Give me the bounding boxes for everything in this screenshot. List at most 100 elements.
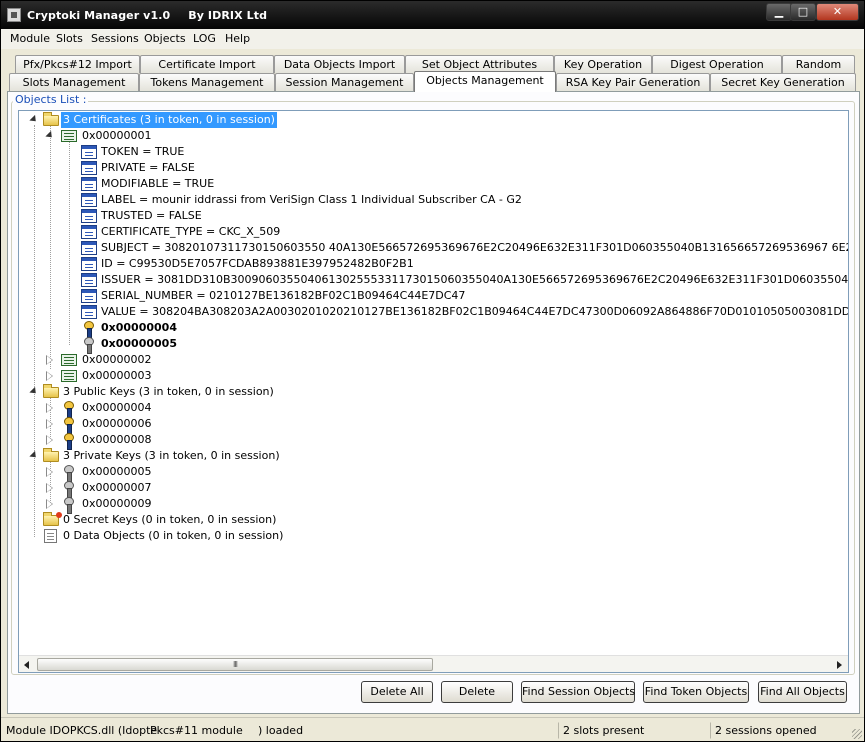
expand-arrow-icon[interactable] <box>46 371 54 381</box>
folder-icon <box>43 384 59 398</box>
tree-node-attribute[interactable]: SERIAL_NUMBER = 0210127BE136182BF02C1B09… <box>81 288 841 304</box>
resize-grip-icon[interactable] <box>852 729 862 739</box>
find-token-objects-button[interactable]: Find Token Objects <box>643 681 749 703</box>
objects-tree[interactable]: 3 Certificates (3 in token, 0 in session… <box>18 110 849 673</box>
data-objects-icon <box>44 529 57 543</box>
expand-arrow-icon[interactable] <box>46 499 54 509</box>
tab-random[interactable]: Random <box>782 55 855 73</box>
minimize-button[interactable]: ▁ <box>766 3 792 21</box>
tree-node-label: 0x00000006 <box>82 417 152 430</box>
tree-node-attribute[interactable]: TRUSTED = FALSE <box>81 208 841 224</box>
close-button[interactable]: ✕ <box>816 3 859 21</box>
tree-node-attribute[interactable]: VALUE = 308204BA308203A2A003020102021012… <box>81 304 848 320</box>
expand-arrow-icon[interactable] <box>46 467 54 477</box>
scroll-right-icon[interactable] <box>831 656 847 673</box>
expand-arrow-icon[interactable] <box>46 435 54 445</box>
tree-node-label: 0x00000009 <box>82 497 152 510</box>
tree-node-public-key[interactable]: 0x00000008 <box>43 432 183 450</box>
tab-slots-management[interactable]: Slots Management <box>9 73 139 91</box>
tree-node-label: 0x00000005 <box>101 337 177 350</box>
tab-rsa-key-pair-generation[interactable]: RSA Key Pair Generation <box>556 73 710 91</box>
attribute-icon <box>81 209 97 223</box>
tree-node-attribute[interactable]: TOKEN = TRUE <box>81 144 841 160</box>
public-key-icon <box>61 433 77 450</box>
private-key-icon <box>61 481 77 498</box>
tab-pfx-import[interactable]: Pfx/Pkcs#12 Import <box>15 55 140 73</box>
tree-node-private-key[interactable]: 0x00000009 <box>43 496 183 514</box>
collapse-arrow-icon[interactable] <box>30 116 38 124</box>
tree-node-attribute[interactable]: LABEL = mounir iddrassi from VeriSign Cl… <box>81 192 841 208</box>
tree-node-public-keys[interactable]: 3 Public Keys (3 in token, 0 in session) <box>27 384 287 400</box>
scroll-left-icon[interactable] <box>19 656 35 673</box>
tree-node-public-key[interactable]: 0x00000004 <box>43 400 183 418</box>
tree-node-attribute[interactable]: MODIFIABLE = TRUE <box>81 176 841 192</box>
tree-node-label: 0x00000002 <box>82 353 152 366</box>
delete-all-button[interactable]: Delete All <box>361 681 433 703</box>
tab-tokens-management[interactable]: Tokens Management <box>139 73 275 91</box>
tab-objects-management[interactable]: Objects Management <box>414 71 556 92</box>
find-all-objects-button[interactable]: Find All Objects <box>758 681 847 703</box>
tree-node-public-key[interactable]: 0x00000006 <box>43 416 183 434</box>
tree-node-attribute[interactable]: CERTIFICATE_TYPE = CKC_X_509 <box>81 224 841 240</box>
find-session-objects-button[interactable]: Find Session Objects <box>521 681 635 703</box>
horizontal-scrollbar[interactable]: III <box>19 655 848 672</box>
attribute-icon <box>81 257 97 271</box>
tree-node-certificate[interactable]: 0x00000001 <box>43 128 183 144</box>
tree-node-label: 3 Certificates (3 in token, 0 in session… <box>61 112 277 128</box>
tree-node-linked-public-key[interactable]: 0x00000004 <box>81 320 281 338</box>
expand-arrow-icon[interactable] <box>46 419 54 429</box>
tree-node-label: TRUSTED = FALSE <box>101 209 202 222</box>
public-key-icon <box>81 321 97 338</box>
menu-help[interactable]: Help <box>225 32 250 45</box>
attribute-icon <box>81 289 97 303</box>
maximize-button[interactable]: □ <box>790 3 816 21</box>
expand-arrow-icon[interactable] <box>46 403 54 413</box>
tab-data-objects-import[interactable]: Data Objects Import <box>274 55 405 73</box>
tree-node-attribute[interactable]: PRIVATE = FALSE <box>81 160 841 176</box>
status-module: Module IDOPKCS.dll (Idopte <box>6 724 158 737</box>
tree-node-attribute[interactable]: ID = C99530D5E7057FCDAB893881E397952482B… <box>81 256 841 272</box>
tab-digest-operation[interactable]: Digest Operation <box>652 55 782 73</box>
menu-objects[interactable]: Objects <box>144 32 186 45</box>
tree-node-attribute[interactable]: SUBJECT = 30820107311730150603550 40A130… <box>81 240 848 256</box>
scroll-grip-icon: III <box>232 660 238 669</box>
tree-node-certificate[interactable]: 0x00000003 <box>43 368 183 384</box>
tree-node-attribute[interactable]: ISSUER = 3081DD310B300906035504061302555… <box>81 272 848 288</box>
minimize-icon: ▁ <box>774 5 784 18</box>
expand-arrow-icon[interactable] <box>46 483 54 493</box>
scroll-thumb[interactable]: III <box>37 658 433 671</box>
objects-list-label: Objects List : <box>13 93 89 106</box>
secret-keys-folder-icon <box>43 512 62 526</box>
tree-node-private-key[interactable]: 0x00000005 <box>43 464 183 482</box>
tree-node-linked-private-key[interactable]: 0x00000005 <box>81 336 281 354</box>
tab-session-management[interactable]: Session Management <box>275 73 414 91</box>
attribute-icon <box>81 305 97 319</box>
private-key-icon <box>61 465 77 482</box>
expand-arrow-icon[interactable] <box>46 355 54 365</box>
close-icon: ✕ <box>832 5 843 18</box>
tab-key-operation[interactable]: Key Operation <box>554 55 652 73</box>
certificate-icon <box>61 354 77 366</box>
tree-node-label: 0x00000004 <box>82 401 152 414</box>
collapse-arrow-icon[interactable] <box>30 452 38 460</box>
menu-module[interactable]: Module <box>10 32 50 45</box>
tab-certificate-import[interactable]: Certificate Import <box>140 55 274 73</box>
menu-slots[interactable]: Slots <box>56 32 83 45</box>
attribute-icon <box>81 273 97 287</box>
collapse-arrow-icon[interactable] <box>30 388 38 396</box>
tab-secret-key-generation[interactable]: Secret Key Generation <box>710 73 856 91</box>
menu-sessions[interactable]: Sessions <box>91 32 139 45</box>
folder-icon <box>43 112 59 126</box>
tree-node-secret-keys[interactable]: 0 Secret Keys (0 in token, 0 in session) <box>27 512 287 528</box>
menu-log[interactable]: LOG <box>193 32 216 45</box>
tree-node-private-key[interactable]: 0x00000007 <box>43 480 183 498</box>
tree-node-data-objects[interactable]: 0 Data Objects (0 in token, 0 in session… <box>27 528 287 544</box>
tree-guide <box>69 141 70 345</box>
title-bar[interactable]: Cryptoki Manager v1.0 By IDRIX Ltd ▁ □ ✕ <box>1 1 864 29</box>
delete-button[interactable]: Delete <box>441 681 513 703</box>
tree-node-certificate[interactable]: 0x00000002 <box>43 352 183 368</box>
tree-node-private-keys[interactable]: 3 Private Keys (3 in token, 0 in session… <box>27 448 287 464</box>
tree-node-label: 0x00000001 <box>82 129 152 142</box>
tree-node-certificates[interactable]: 3 Certificates (3 in token, 0 in session… <box>27 112 287 128</box>
collapse-arrow-icon[interactable] <box>46 132 54 140</box>
